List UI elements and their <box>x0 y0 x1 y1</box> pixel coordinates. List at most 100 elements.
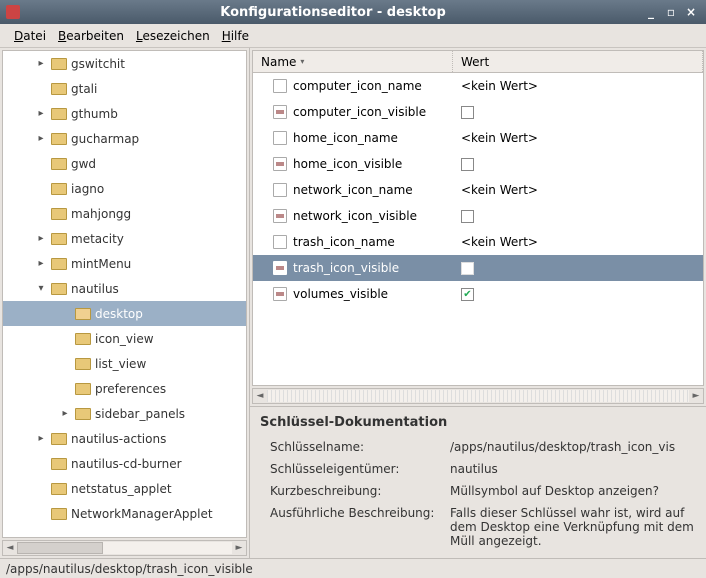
value-checkbox[interactable] <box>461 262 474 275</box>
key-name: home_icon_name <box>293 131 398 145</box>
menu-datei[interactable]: Datei <box>8 27 52 45</box>
tree-item-nautilus-cd-burner[interactable]: nautilus-cd-burner <box>3 451 246 476</box>
tree-item-sidebar_panels[interactable]: ▸sidebar_panels <box>3 401 246 426</box>
key-name: home_icon_visible <box>293 157 402 171</box>
tree-item-label: gwd <box>71 157 96 171</box>
tree-item-mintMenu[interactable]: ▸mintMenu <box>3 251 246 276</box>
main-panel: Name▾ Wert computer_icon_name<kein Wert>… <box>250 48 706 558</box>
tree-item-gswitchit[interactable]: ▸gswitchit <box>3 51 246 76</box>
doc-long-label: Ausführliche Beschreibung: <box>270 506 440 548</box>
tree-item-desktop[interactable]: desktop <box>3 301 246 326</box>
column-value[interactable]: Wert <box>453 51 703 72</box>
folder-icon <box>75 358 91 370</box>
column-name[interactable]: Name▾ <box>253 51 453 72</box>
folder-icon <box>51 458 67 470</box>
table-row[interactable]: computer_icon_name<kein Wert> <box>253 73 703 99</box>
table-row[interactable]: trash_icon_visible <box>253 255 703 281</box>
value-checkbox[interactable] <box>461 210 474 223</box>
tree-item-label: gucharmap <box>71 132 139 146</box>
tree-item-icon_view[interactable]: icon_view <box>3 326 246 351</box>
chevron-right-icon[interactable]: ▸ <box>35 133 47 144</box>
menu-bearbeiten[interactable]: Bearbeiten <box>52 27 130 45</box>
sidebar: ▸gswitchitgtali ▸ gthumb ▸ gucharmap gwd iagno… <box>0 48 250 558</box>
maximize-button[interactable]: ▫ <box>662 4 680 20</box>
chevron-right-icon[interactable]: ▸ <box>35 433 47 444</box>
tree-item-mahjongg[interactable]: mahjongg <box>3 201 246 226</box>
tree-item-label: preferences <box>95 382 166 396</box>
value-text: <kein Wert> <box>461 79 538 93</box>
table-row[interactable]: network_icon_visible <box>253 203 703 229</box>
table-row[interactable]: network_icon_name<kein Wert> <box>253 177 703 203</box>
scroll-left-icon[interactable]: ◄ <box>3 543 17 553</box>
tree-item-metacity[interactable]: ▸ metacity <box>3 226 246 251</box>
key-name: network_icon_visible <box>293 209 417 223</box>
doc-name-value: /apps/nautilus/desktop/trash_icon_vis <box>450 440 696 454</box>
doc-panel: Schlüssel-Dokumentation Schlüsselname: /… <box>250 406 706 558</box>
sort-indicator-icon: ▾ <box>300 57 304 66</box>
chevron-down-icon[interactable]: ▾ <box>35 283 47 294</box>
tree-item-label: gthumb <box>71 107 118 121</box>
chevron-right-icon[interactable]: ▸ <box>59 408 71 419</box>
table-hscrollbar[interactable]: ◄ ► <box>252 388 704 404</box>
menu-lesezeichen[interactable]: Lesezeichen <box>130 27 216 45</box>
tree-hscrollbar[interactable]: ◄ ► <box>2 540 247 556</box>
tree-item-NetworkManagerApplet[interactable]: NetworkManagerApplet <box>3 501 246 526</box>
tree-item-label: metacity <box>71 232 124 246</box>
chevron-right-icon[interactable]: ▸ <box>35 58 47 69</box>
chevron-right-icon[interactable]: ▸ <box>35 233 47 244</box>
doc-name-label: Schlüsselname: <box>270 440 440 454</box>
key-name: computer_icon_visible <box>293 105 426 119</box>
tree-item-gucharmap[interactable]: ▸ gucharmap <box>3 126 246 151</box>
key-table: Name▾ Wert computer_icon_name<kein Wert>… <box>252 50 704 386</box>
folder-icon <box>51 433 67 445</box>
chevron-right-icon[interactable]: ▸ <box>35 258 47 269</box>
chevron-right-icon[interactable]: ▸ <box>35 108 47 119</box>
doc-owner-value: nautilus <box>450 462 696 476</box>
scroll-left-icon[interactable]: ◄ <box>253 391 267 401</box>
table-row[interactable]: volumes_visible✔ <box>253 281 703 307</box>
tree-item-gthumb[interactable]: ▸ gthumb <box>3 101 246 126</box>
value-checkbox[interactable] <box>461 106 474 119</box>
minimize-button[interactable]: _ <box>642 4 660 20</box>
tree-item-gwd[interactable]: gwd <box>3 151 246 176</box>
tree-item-iagno[interactable]: iagno <box>3 176 246 201</box>
tree-item-preferences[interactable]: preferences <box>3 376 246 401</box>
menu-hilfe[interactable]: Hilfe <box>216 27 255 45</box>
folder-icon <box>75 383 91 395</box>
string-key-icon <box>273 79 287 93</box>
scroll-right-icon[interactable]: ► <box>232 543 246 553</box>
table-row[interactable]: trash_icon_name<kein Wert> <box>253 229 703 255</box>
window-title: Konfigurationseditor - desktop <box>26 5 640 20</box>
folder-icon <box>51 483 67 495</box>
string-key-icon <box>273 183 287 197</box>
tree-item-netstatus_applet[interactable]: netstatus_applet <box>3 476 246 501</box>
tree-item-list_view[interactable]: list_view <box>3 351 246 376</box>
titlebar: Konfigurationseditor - desktop _ ▫ × <box>0 0 706 24</box>
close-button[interactable]: × <box>682 4 700 20</box>
tree-view[interactable]: ▸gswitchitgtali ▸ gthumb ▸ gucharmap gwd iagno… <box>2 50 247 538</box>
key-name: trash_icon_name <box>293 235 395 249</box>
table-row[interactable]: computer_icon_visible <box>253 99 703 125</box>
scroll-track[interactable] <box>267 390 689 402</box>
tree-item-gtali[interactable]: gtali <box>3 76 246 101</box>
table-row[interactable]: home_icon_visible <box>253 151 703 177</box>
key-name: trash_icon_visible <box>293 261 399 275</box>
folder-icon <box>51 83 67 95</box>
tree-item-nautilus-actions[interactable]: ▸nautilus-actions <box>3 426 246 451</box>
folder-icon <box>51 208 67 220</box>
folder-icon <box>51 508 67 520</box>
value-checkbox[interactable] <box>461 158 474 171</box>
tree-item-nautilus[interactable]: ▾nautilus <box>3 276 246 301</box>
string-key-icon <box>273 131 287 145</box>
tree-item-label: NetworkManagerApplet <box>71 507 213 521</box>
scroll-thumb[interactable] <box>17 542 103 554</box>
folder-icon <box>51 108 67 120</box>
doc-long-value: Falls dieser Schlüssel wahr ist, wird au… <box>450 506 696 548</box>
value-text: <kein Wert> <box>461 183 538 197</box>
table-row[interactable]: home_icon_name<kein Wert> <box>253 125 703 151</box>
statusbar: /apps/nautilus/desktop/trash_icon_visibl… <box>0 558 706 578</box>
value-checkbox[interactable]: ✔ <box>461 288 474 301</box>
tree-item-label: mahjongg <box>71 207 131 221</box>
scroll-track[interactable] <box>17 542 232 554</box>
scroll-right-icon[interactable]: ► <box>689 391 703 401</box>
